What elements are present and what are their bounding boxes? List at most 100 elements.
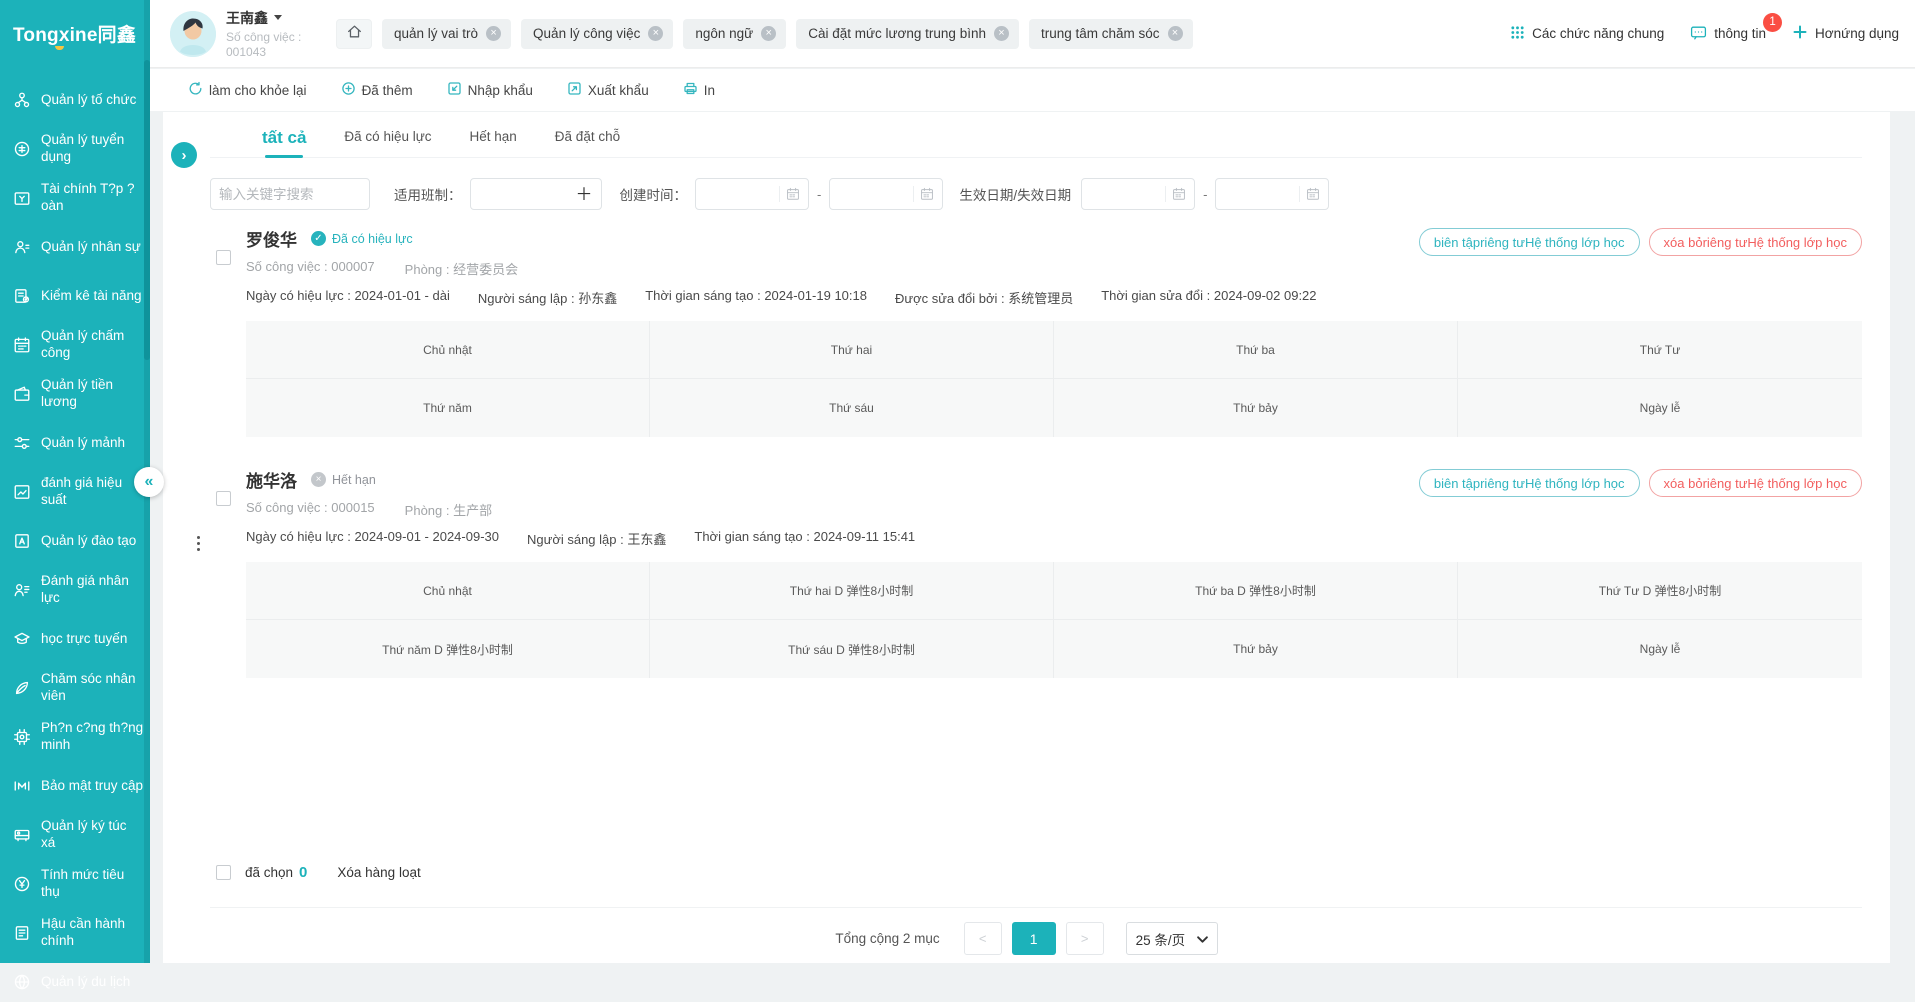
sidebar-item-fragment[interactable]: Quản lý mảnh: [0, 423, 150, 463]
sidebar-item-smart-hardware[interactable]: Ph?n c?ng th?ng minh: [0, 717, 150, 757]
sidebar-item-consumption[interactable]: Tính mức tiêu thụ: [0, 864, 150, 904]
sidebar-item-attendance[interactable]: Quản lý chấm công: [0, 325, 150, 365]
sidebar-scrollbar-thumb[interactable]: [144, 60, 150, 360]
sidebar-item-finance[interactable]: Tài chính T?p ?oàn: [0, 178, 150, 218]
tag-label: quản lý vai trò: [394, 26, 478, 41]
sidebar-item-label: Quản lý tiền lương: [41, 377, 144, 411]
cross-circle-icon: ×: [311, 472, 326, 487]
sidebar-collapse-button[interactable]: «: [134, 467, 164, 497]
sidebar-item-org[interactable]: Quản lý tố chức: [0, 80, 150, 120]
user-menu[interactable]: 王南鑫 Số công việc :001043: [226, 8, 322, 60]
calendar-icon[interactable]: [786, 187, 800, 201]
schedule-cell: Thứ năm: [246, 379, 650, 437]
sliders-icon: [12, 434, 32, 452]
messages-button[interactable]: thông tin 1: [1690, 24, 1766, 44]
bulk-delete-button[interactable]: Xóa hàng loạt: [337, 865, 420, 880]
record-checkbox[interactable]: [216, 491, 231, 506]
sidebar-item-online-learning[interactable]: học trực tuyến: [0, 619, 150, 659]
print-button[interactable]: In: [683, 81, 715, 99]
page-size-select[interactable]: 25 条/页: [1126, 922, 1218, 955]
refresh-button[interactable]: làm cho khỏe lại: [188, 81, 307, 99]
home-button[interactable]: [336, 19, 372, 49]
add-label: Đã thêm: [362, 83, 413, 98]
delete-button[interactable]: xóa bỏriêng tưHệ thống lớp học: [1649, 469, 1862, 497]
yuan-circle-icon: [12, 875, 32, 893]
tag-role-management[interactable]: quản lý vai trò ×: [382, 19, 511, 49]
close-icon[interactable]: ×: [648, 26, 663, 41]
next-page-button[interactable]: >: [1066, 922, 1104, 955]
expand-panel-button[interactable]: ›: [171, 142, 197, 168]
page-number-button[interactable]: 1: [1012, 922, 1056, 955]
schedule-cell: Thứ ba D 弹性8小时制: [1054, 562, 1458, 620]
edit-button[interactable]: biên tậpriêng tưHệ thống lớp học: [1419, 469, 1640, 497]
sidebar-item-label: Bảo mật truy cập: [41, 778, 143, 795]
close-icon[interactable]: ×: [994, 26, 1009, 41]
sidebar-item-dormitory[interactable]: Quản lý ký túc xá: [0, 815, 150, 855]
close-icon[interactable]: ×: [486, 26, 501, 41]
record-effective-range: 2024-09-01 - 2024-09-30: [354, 529, 499, 544]
sidebar-item-payroll[interactable]: Quản lý tiền lương: [0, 374, 150, 414]
grid-icon: [1510, 25, 1525, 43]
calendar-icon[interactable]: [920, 187, 934, 201]
calendar-icon[interactable]: [1172, 187, 1186, 201]
sidebar-item-manpower-assessment[interactable]: Đánh giá nhân lực: [0, 570, 150, 610]
delete-button[interactable]: xóa bỏriêng tưHệ thống lớp học: [1649, 228, 1862, 256]
sidebar-item-access-security[interactable]: Bảo mật truy cập: [0, 766, 150, 806]
tab-all[interactable]: tất cả: [262, 128, 306, 157]
sidebar-item-training[interactable]: Quản lý đào tạo: [0, 521, 150, 561]
leaf-icon: [12, 679, 32, 697]
print-icon: [683, 81, 698, 99]
tab-reserved[interactable]: Đã đặt chỗ: [555, 129, 620, 157]
import-button[interactable]: Nhập khẩu: [447, 81, 533, 99]
sidebar-item-recruitment[interactable]: Quản lý tuyển dụng: [0, 129, 150, 169]
avatar[interactable]: [170, 11, 216, 57]
user-job-label: Số công việc :: [226, 30, 301, 44]
pagination-total: Tổng cộng 2 mục: [835, 931, 939, 946]
keyword-search-input-wrap: [210, 178, 370, 210]
add-button[interactable]: Đã thêm: [341, 81, 413, 99]
sidebar-item-employee-care[interactable]: Chăm sóc nhân viên: [0, 668, 150, 708]
sidebar-item-admin-logistics[interactable]: Hậu cần hành chính: [0, 913, 150, 953]
tag-care-center[interactable]: trung tâm chăm sóc×: [1029, 19, 1193, 49]
tag-language[interactable]: ngôn ngữ×: [683, 19, 786, 49]
print-label: In: [704, 83, 715, 98]
sidebar-item-talent-inventory[interactable]: Kiểm kê tài năng: [0, 276, 150, 316]
create-date-end-input[interactable]: [829, 178, 943, 210]
import-label: Nhập khẩu: [468, 83, 533, 98]
search-input[interactable]: [219, 187, 361, 202]
effective-date-start-input[interactable]: [1081, 178, 1195, 210]
more-apps-button[interactable]: Hơnứng dụng: [1792, 24, 1899, 43]
export-button[interactable]: Xuất khẩu: [567, 81, 649, 99]
sidebar-item-performance[interactable]: đánh giá hiệu suất: [0, 472, 150, 512]
drag-handle[interactable]: [193, 532, 204, 555]
schedule-cell: Thứ bảy: [1054, 620, 1458, 678]
sidebar-item-hr[interactable]: Quản lý nhân sự: [0, 227, 150, 267]
sidebar-item-label: đánh giá hiệu suất: [41, 475, 144, 509]
create-time-label: 创建时间：: [620, 184, 688, 204]
shift-select[interactable]: ＋: [470, 178, 602, 210]
record-name: 罗俊华: [246, 226, 297, 251]
create-date-start-input[interactable]: [695, 178, 809, 210]
schedule-cell: Ngày lễ: [1458, 620, 1862, 678]
edit-button[interactable]: biên tậpriêng tưHệ thống lớp học: [1419, 228, 1640, 256]
tag-average-salary[interactable]: Cài đặt mức lương trung bình×: [796, 19, 1019, 49]
user-job-number: 001043: [226, 45, 266, 59]
add-shift-icon[interactable]: ＋: [576, 186, 593, 203]
schedule-cell: Chủ nhật: [246, 562, 650, 620]
tab-valid[interactable]: Đã có hiệu lực: [344, 129, 431, 157]
calendar-icon[interactable]: [1306, 187, 1320, 201]
chip-icon: [12, 728, 32, 746]
effective-date-end-input[interactable]: [1215, 178, 1329, 210]
record-checkbox[interactable]: [216, 250, 231, 265]
common-functions-button[interactable]: Các chức năng chung: [1510, 25, 1664, 43]
select-all-checkbox[interactable]: [216, 865, 231, 880]
record-creator: 孙东鑫: [578, 291, 617, 306]
refresh-label: làm cho khỏe lại: [209, 83, 307, 98]
tab-expired[interactable]: Hết hạn: [470, 129, 517, 157]
prev-page-button[interactable]: <: [964, 922, 1002, 955]
close-icon[interactable]: ×: [761, 26, 776, 41]
close-icon[interactable]: ×: [1168, 26, 1183, 41]
sidebar-item-travel[interactable]: Quản lý du lịch: [0, 962, 150, 1002]
tag-job-management[interactable]: Quản lý công việc×: [521, 19, 673, 49]
refresh-icon: [188, 81, 203, 99]
